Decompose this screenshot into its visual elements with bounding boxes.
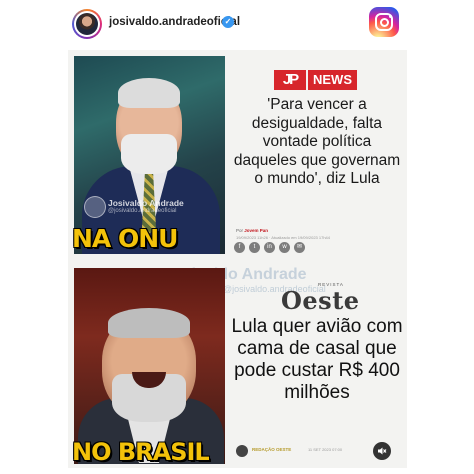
date-line-top: 19/09/2023 11h26 · Atualizado em 19/09/2… (236, 235, 331, 240)
post-image[interactable]: Josivaldo Andrade @josivaldo.andradeofic… (68, 50, 407, 468)
email-icon: ✉ (294, 242, 305, 253)
instagram-post: josivaldo.andradeoficial ✓ Josivaldo And… (0, 0, 474, 474)
instagram-icon-dot (388, 15, 392, 18)
avatar[interactable] (72, 9, 102, 39)
headline-bottom: Lula quer avião com cama de casal que po… (231, 316, 403, 403)
jp-news-label: NEWS (308, 70, 357, 90)
jovem-pan-news-logo: JP NEWS (274, 70, 357, 90)
date-line-bottom: 11 SET 2023 07:00 (308, 447, 343, 452)
twitter-icon: t (249, 242, 260, 253)
facebook-icon: f (234, 242, 245, 253)
watermark-avatar (84, 196, 106, 218)
jp-mark: JP (274, 70, 306, 90)
avatar-ring (74, 11, 100, 37)
whatsapp-icon: w (279, 242, 290, 253)
photo-lula-laughing (74, 268, 225, 464)
watermark-name: Josivaldo Andrade (108, 198, 184, 208)
byline-prefix: Por (236, 228, 244, 233)
post-header: josivaldo.andradeoficial ✓ (0, 0, 474, 46)
speaker-muted-icon[interactable] (373, 442, 391, 460)
oeste-avatar-icon (236, 445, 248, 457)
headline-top: 'Para vencer a desigualdade, falta vonta… (233, 96, 401, 187)
byline-top: Por Jovem Pan (236, 228, 268, 233)
caption-na-onu: NA ONU (72, 224, 178, 253)
byline-name: Jovem Pan (244, 228, 269, 233)
revista-oeste-logo: Oeste (281, 286, 360, 315)
figure-hair (108, 308, 190, 338)
byline-bottom: REDAÇÃO OESTE (252, 447, 292, 452)
instagram-icon (369, 7, 399, 37)
username[interactable]: josivaldo.andradeoficial (109, 16, 240, 28)
verified-badge-icon: ✓ (222, 16, 234, 28)
linkedin-icon: in (264, 242, 275, 253)
speaker-muted-glyph (378, 447, 387, 455)
caption-no-brasil: NO BRASIL (72, 438, 210, 466)
watermark-handle: @josivaldo.andradeoficial (108, 208, 177, 214)
figure-hair (118, 78, 180, 108)
avatar-photo (76, 13, 98, 35)
figure-beard (121, 134, 177, 174)
instagram-icon-lens (379, 17, 389, 27)
share-icons: f t in w ✉ (234, 242, 305, 253)
